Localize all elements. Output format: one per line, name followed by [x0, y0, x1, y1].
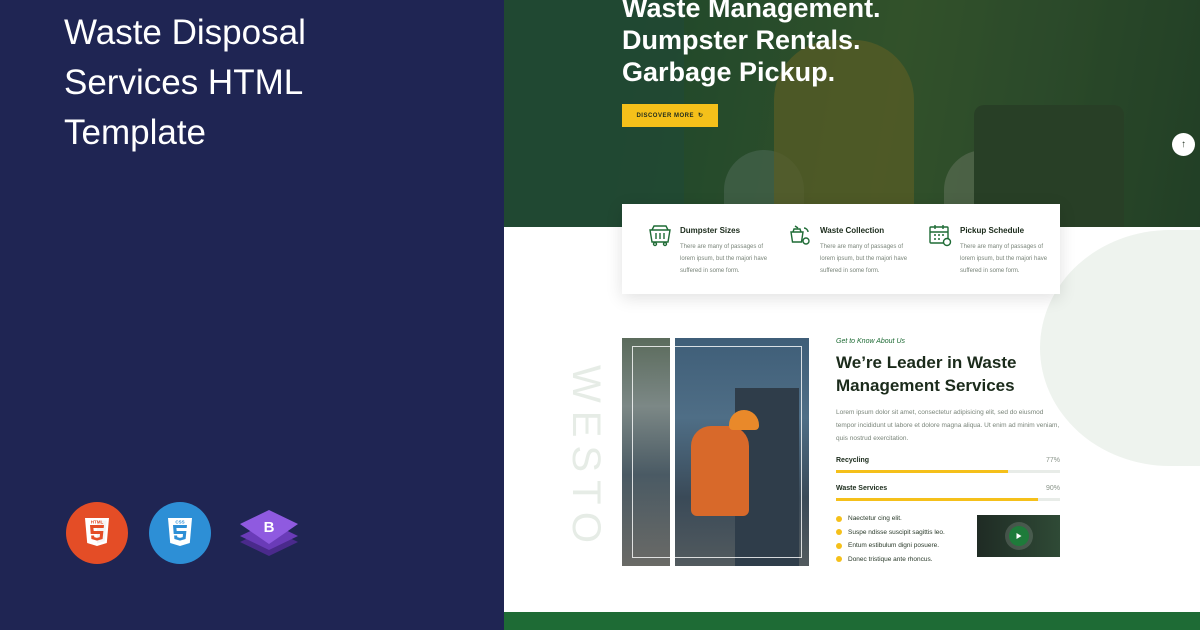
feature-text: There are many of passages of lorem ipsu… — [680, 244, 768, 274]
bullet-dot-icon — [836, 556, 842, 563]
play-button[interactable] — [1008, 526, 1029, 546]
about-text: Lorem ipsum dolor sit amet, consectetur … — [836, 409, 1060, 442]
bootstrap-icon: B — [236, 502, 302, 568]
template-preview: Waste Management. Dumpster Rentals. Garb… — [504, 0, 1200, 630]
html5-icon: HTML — [66, 502, 128, 564]
skill-label: Waste Services — [836, 485, 888, 492]
about-tagline: Get to Know About Us — [836, 338, 905, 345]
list-item: Entum estibulum digni posuere. — [836, 539, 945, 553]
css3-shield-icon: CSS — [168, 518, 192, 546]
play-icon — [1016, 533, 1021, 539]
vertical-brand-text: WESTO — [564, 365, 608, 551]
promo-title-line: Services HTML — [64, 63, 304, 102]
skill-percent: 90% — [1045, 485, 1060, 492]
hero-banner: Waste Management. Dumpster Rentals. Garb… — [504, 0, 1200, 227]
discover-more-label: DISCOVER MORE — [636, 112, 694, 119]
calendar-icon — [926, 222, 954, 250]
skill-waste-services: Waste Services 90% — [836, 485, 1060, 501]
hero-headline: Garbage Pickup. — [622, 57, 836, 87]
video-thumbnail[interactable] — [977, 515, 1060, 557]
about-title-line: Management Services — [836, 376, 1015, 395]
feature-item[interactable]: Pickup Schedule There are many of passag… — [926, 222, 1048, 294]
hero-headline: Waste Management. — [622, 0, 881, 23]
bootstrap-stack-icon: B — [240, 510, 298, 556]
scroll-to-top-button[interactable]: ↑ — [1172, 133, 1195, 156]
skill-recycling: Recycling 77% — [836, 457, 1060, 473]
skill-bar — [836, 498, 1060, 501]
svg-text:B: B — [264, 519, 275, 536]
waste-collection-icon — [786, 222, 814, 250]
feature-bullet-list: Naectetur cing elit. Suspe ndisse suscip… — [836, 512, 945, 566]
promo-title-line: Template — [64, 113, 207, 152]
feature-cards: Dumpster Sizes There are many of passage… — [622, 204, 1060, 294]
skill-bar-fill — [836, 498, 1038, 501]
feature-title: Waste Collection — [820, 226, 885, 235]
about-title: We’re Leader in Waste Management Service… — [836, 351, 1066, 397]
hero-headline: Dumpster Rentals. — [622, 25, 861, 55]
promo-panel: Waste Disposal Services HTML Template HT… — [0, 0, 504, 630]
promo-title-line: Waste Disposal — [64, 13, 306, 52]
feature-title: Pickup Schedule — [960, 226, 1025, 235]
dumpster-icon — [646, 222, 674, 250]
footer-strip — [504, 612, 1200, 630]
refresh-icon: ↻ — [697, 113, 704, 119]
svg-text:CSS: CSS — [175, 520, 184, 525]
list-item: Suspe ndisse suscipit sagittis leo. — [836, 526, 945, 540]
html5-shield-icon: HTML — [85, 518, 109, 546]
skill-bar-fill — [836, 470, 1009, 473]
bullet-dot-icon — [836, 515, 842, 522]
bullet-dot-icon — [836, 529, 842, 536]
discover-more-button[interactable]: DISCOVER MORE ↻ — [622, 104, 718, 127]
skill-bar — [836, 470, 1060, 473]
feature-title: Dumpster Sizes — [680, 226, 741, 235]
about-title-line: We’re Leader in Waste — [836, 353, 1017, 372]
feature-text: There are many of passages of lorem ipsu… — [960, 244, 1048, 274]
arrow-up-icon: ↑ — [1181, 139, 1186, 150]
feature-item[interactable]: Dumpster Sizes There are many of passage… — [646, 222, 768, 294]
skill-percent: 77% — [1045, 457, 1060, 464]
feature-text: There are many of passages of lorem ipsu… — [820, 244, 908, 274]
photo-frame — [632, 346, 802, 558]
feature-item[interactable]: Waste Collection There are many of passa… — [786, 222, 908, 294]
decorative-circle — [1040, 230, 1200, 466]
skill-label: Recycling — [836, 457, 870, 464]
bullet-dot-icon — [836, 542, 842, 549]
css3-icon: CSS — [149, 502, 211, 564]
list-item: Naectetur cing elit. — [836, 512, 945, 526]
svg-text:HTML: HTML — [91, 520, 104, 525]
promo-title: Waste Disposal Services HTML Template — [64, 8, 464, 158]
list-item: Donec tristique ante rhoncus. — [836, 553, 945, 567]
